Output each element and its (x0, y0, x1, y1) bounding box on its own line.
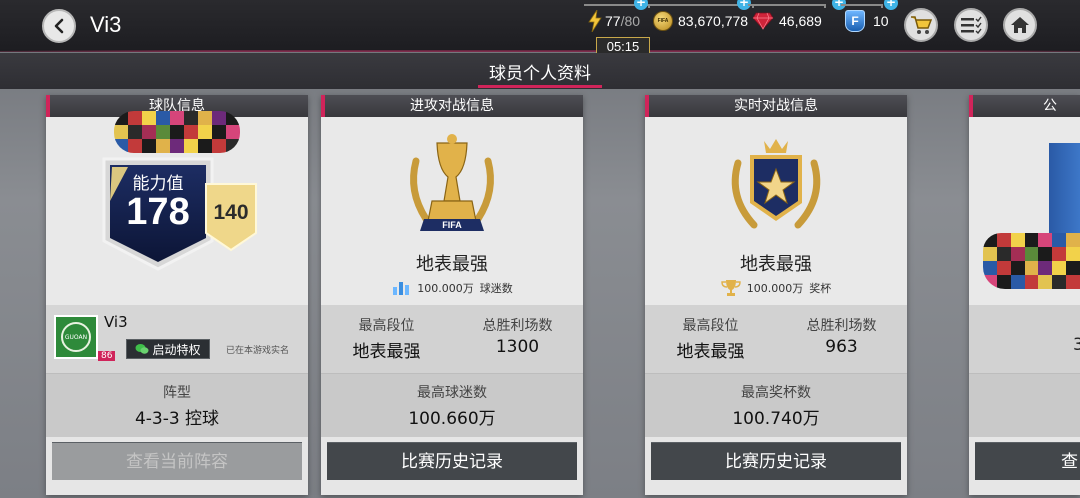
coin-icon-label: FIFA (657, 18, 669, 24)
coin-icon: FIFA (653, 11, 673, 31)
page-title: Vi3 (90, 12, 122, 37)
attack-highest-rank-label: 最高段位 (358, 318, 415, 334)
tab-player-profile[interactable]: 球员个人资料 (478, 59, 602, 84)
partial-card: 公 3 查 (969, 95, 1080, 495)
energy-current: 77 (605, 13, 621, 29)
trophy-icon (721, 280, 741, 296)
fans-line: 100.000万 球迷数 (321, 279, 583, 297)
back-icon (54, 18, 64, 34)
live-total-wins-value: 963 (825, 337, 858, 357)
attack-battle-card: 进攻对战信息 FIFA 地表最强 100.000万 球迷数 最高段位 地表最强 … (321, 95, 583, 495)
attack-rank-title: 地表最强 (416, 254, 488, 275)
live-highest-rank: 最高段位 地表最强 (645, 315, 776, 362)
pixelated-decoration (114, 111, 240, 153)
menu-list-icon (961, 16, 982, 34)
coin-amount: 83,670,778 (678, 13, 749, 29)
live-total-wins: 总胜利场数 963 (776, 315, 907, 357)
menu-button[interactable] (954, 8, 988, 42)
club-logo-text: GUOAN (64, 333, 88, 341)
fans-label: 球迷数 (479, 282, 513, 295)
trophies-label: 奖杯 (809, 282, 832, 295)
top-bar: Vi3 77 /80 + FIFA 83,670,778 + 46,689 + … (0, 0, 1080, 52)
live-total-wins-label: 总胜利场数 (806, 318, 877, 334)
peak-trophies-value: 100.740万 (732, 409, 820, 429)
live-stats-row: 最高段位 地表最强 总胜利场数 963 (645, 305, 907, 373)
energy-plus-button[interactable]: + (634, 0, 648, 10)
peak-fans-label: 最高球迷数 (417, 385, 487, 401)
energy-max: /80 (620, 13, 641, 29)
live-peak-section: 最高奖杯数 100.740万 (645, 373, 907, 437)
verified-note: 已在本游戏实名 (226, 346, 290, 356)
home-button[interactable] (1003, 8, 1037, 42)
live-battle-header: 实时对战信息 (645, 95, 907, 117)
player-info-row: GUOAN 86 Vi3 启动特权 已在本游戏实名 (46, 305, 308, 373)
attack-stats-row: 最高段位 地表最强 总胜利场数 1300 (321, 305, 583, 373)
gem-counter: 46,689 (748, 4, 826, 34)
player-name: Vi3 (104, 313, 128, 331)
f-points-counter: F 10 (841, 4, 889, 34)
fans-value: 100.000万 (417, 282, 474, 295)
attack-total-wins: 总胜利场数 1300 (452, 315, 583, 357)
partial-mid-value: 3 (1073, 335, 1080, 355)
peak-fans-value: 100.660万 (408, 409, 496, 429)
partial-card-header: 公 (969, 95, 1080, 117)
view-lineup-button[interactable]: 查看当前阵容 (52, 442, 302, 480)
peak-trophies-label: 最高奖杯数 (741, 385, 811, 401)
attack-highest-rank-value: 地表最强 (352, 342, 421, 362)
home-icon (1011, 17, 1029, 33)
live-highest-rank-value: 地表最强 (676, 342, 745, 362)
team-info-card: 球队信息 能力值 178 140 GUOAN 86 Vi3 启动特权 已在本游戏… (46, 95, 308, 495)
club-logo: GUOAN (54, 315, 98, 359)
rating-value: 178 (126, 191, 190, 233)
shop-button[interactable] (904, 8, 938, 42)
attack-total-wins-value: 1300 (495, 337, 540, 357)
f-points-amount: 10 (873, 13, 889, 29)
formation-value: 4-3-3 控球 (134, 409, 220, 429)
formation-section: 阵型 4-3-3 控球 (46, 373, 308, 437)
gem-amount: 46,689 (779, 13, 822, 29)
cart-icon (911, 16, 932, 34)
wechat-icon (135, 344, 149, 354)
formation-label: 阵型 (163, 385, 191, 401)
energy-counter: 77 /80 (584, 4, 651, 34)
partial-card-low (969, 373, 1080, 437)
trophies-value: 100.000万 (746, 282, 804, 295)
attack-battle-header: 进攻对战信息 (321, 95, 583, 117)
fans-icon (393, 282, 410, 295)
trophies-line: 100.000万 奖杯 (645, 279, 907, 297)
live-rank-area: 地表最强 100.000万 奖杯 (645, 117, 907, 305)
level-badge: 86 (98, 351, 116, 361)
live-rank-title: 地表最强 (740, 254, 812, 275)
gem-icon (752, 12, 774, 30)
pixelated-decoration-right (983, 233, 1080, 289)
partial-card-mid: 3 (969, 305, 1080, 373)
team-rating-area: 能力值 178 140 (46, 111, 308, 305)
f-points-icon: F (845, 10, 865, 32)
privilege-button-label: 启动特权 (152, 342, 201, 357)
lightning-icon (588, 10, 602, 32)
privilege-button[interactable]: 启动特权 (126, 339, 210, 359)
live-battle-card: 实时对战信息 地表最强 100.000万 奖杯 最高段位 地表最强 总胜利场数 … (645, 95, 907, 495)
attack-total-wins-label: 总胜利场数 (482, 318, 553, 334)
secondary-rating-value: 140 (213, 201, 249, 224)
club-crest-icon: GUOAN (61, 322, 91, 352)
partial-card-top (969, 117, 1080, 305)
tab-active-indicator (478, 85, 602, 88)
coin-counter: FIFA 83,670,778 (649, 4, 755, 34)
attack-rank-area: FIFA 地表最强 100.000万 球迷数 (321, 117, 583, 305)
star-shield-emblem-icon (731, 139, 821, 229)
partial-card-button[interactable]: 查 (975, 442, 1080, 480)
attack-highest-rank: 最高段位 地表最强 (321, 315, 452, 362)
attack-peak-section: 最高球迷数 100.660万 (321, 373, 583, 437)
live-history-button[interactable]: 比赛历史记录 (651, 442, 901, 480)
live-highest-rank-label: 最高段位 (682, 318, 739, 334)
attack-history-button[interactable]: 比赛历史记录 (327, 442, 577, 480)
trophy-text: FIFA (442, 220, 462, 230)
f-points-letter: F (851, 14, 859, 28)
f-points-plus-button[interactable]: + (884, 0, 898, 10)
back-button[interactable] (42, 9, 76, 43)
